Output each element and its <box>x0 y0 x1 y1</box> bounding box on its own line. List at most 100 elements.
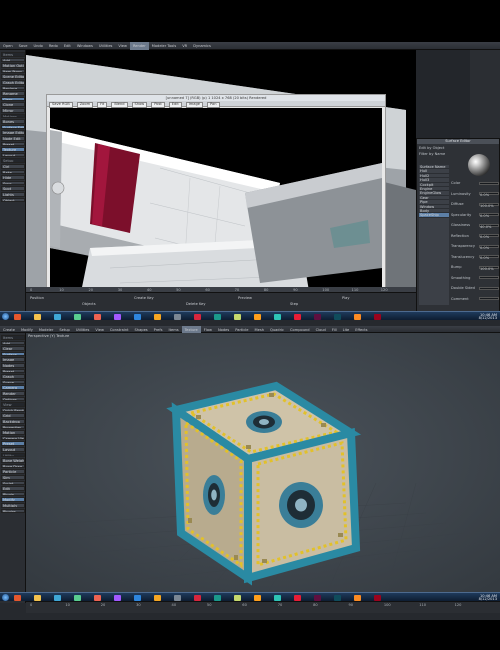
menu-item-mesh[interactable]: Mesh <box>252 326 267 333</box>
toolbar-button-lights[interactable]: Lights <box>1 192 25 197</box>
menu-item-view[interactable]: View <box>92 326 107 333</box>
toolbar-button-edit[interactable]: Edit <box>1 486 25 491</box>
surface-prop-value[interactable] <box>479 276 499 280</box>
taskbar-app-icon[interactable] <box>314 313 321 320</box>
render-tool-post[interactable]: Post <box>151 102 165 108</box>
menu-item-items[interactable]: Items <box>166 326 182 333</box>
menu-item-effects[interactable]: Effects <box>352 326 370 333</box>
toolbar-button-preset[interactable]: Preset <box>1 368 25 374</box>
menu-item-modeler[interactable]: Modeler <box>36 326 56 333</box>
taskbar-app-icon[interactable] <box>194 313 201 320</box>
menu-item-quadric[interactable]: Quadric <box>267 326 287 333</box>
menu-item-particle[interactable]: Particle <box>232 326 251 333</box>
filter-row[interactable]: Filter by Name <box>419 152 445 156</box>
toolbar-button-options[interactable]: Options <box>1 396 25 402</box>
toolbar-button-quick-render[interactable]: Quick Render <box>1 407 25 413</box>
menu-item-nodes[interactable]: Nodes <box>215 326 232 333</box>
surface-prop-value[interactable] <box>479 181 499 185</box>
taskbar-app-icon[interactable] <box>134 313 141 320</box>
taskbar-app-icon[interactable] <box>234 594 241 601</box>
menu-item-windows[interactable]: Windows <box>74 42 96 50</box>
menu-item-view[interactable]: View <box>115 42 130 50</box>
toolbar-button-script[interactable]: Script <box>1 480 25 486</box>
menu-item-lite[interactable]: Lite <box>340 326 353 333</box>
render-tool-image[interactable]: Image <box>185 102 204 108</box>
menu-item-modeler-tools[interactable]: Modeler Tools <box>149 42 179 50</box>
menu-item-save[interactable]: Save <box>16 42 31 50</box>
toolbar-button-mirror[interactable]: Mirror <box>1 108 25 113</box>
menu-item-utilities[interactable]: Utilities <box>73 326 93 333</box>
toolbar-button-nodes[interactable]: Nodes <box>1 363 25 368</box>
taskbar-clock-2[interactable]: 10:46 AM 8/12/2013 <box>479 594 497 601</box>
toolbar-button-multiply[interactable]: Multiply <box>1 503 25 508</box>
toolbar-button-modify[interactable]: Modify <box>1 497 25 502</box>
taskbar-app-icon[interactable] <box>74 594 81 601</box>
toolbar-button-texture[interactable]: Texture <box>1 147 25 152</box>
menu-item-shapes[interactable]: Shapes <box>132 326 151 333</box>
taskbar-app-icon[interactable] <box>334 313 341 320</box>
taskbar-app-icon[interactable] <box>174 313 181 320</box>
toolbar-button-layout[interactable]: Layout <box>1 152 25 158</box>
menu-item-undo[interactable]: Undo <box>30 42 45 50</box>
toolbar-button-sync[interactable]: Sync <box>1 180 25 186</box>
taskbar-app-icon[interactable] <box>254 594 261 601</box>
taskbar-app-icon[interactable] <box>114 313 121 320</box>
menu-item-cloud[interactable]: Cloud <box>313 326 329 333</box>
taskbar-app-icon[interactable] <box>274 313 281 320</box>
menu-item-dynamics[interactable]: Dynamics <box>190 42 214 50</box>
render-tool-zoom[interactable]: Zoom <box>76 102 94 108</box>
surface-prop-value[interactable]: 100.0% <box>479 202 499 208</box>
render-tool-fit[interactable]: Fit <box>97 102 108 108</box>
toolbar-button-rename[interactable]: Rename <box>1 91 25 96</box>
menu-item-vr[interactable]: VR <box>179 42 190 50</box>
taskbar-app-icon[interactable] <box>274 594 281 601</box>
bottom-timeline[interactable]: 0 10 20 30 40 50 60 70 80 90 100 110 120 <box>26 601 500 613</box>
top-timeline[interactable]: 0 10 20 30 40 50 60 70 80 90 100 110 120 Position Obj… <box>26 287 416 311</box>
toolbar-button-ctrl[interactable]: Ctrl <box>1 164 25 169</box>
menu-item-edit[interactable]: Edit <box>61 42 74 50</box>
render-tool-blend[interactable]: Blend <box>111 102 128 108</box>
taskbar-app-icon[interactable] <box>54 594 61 601</box>
toolbar-button-surface-editor[interactable]: Surface Editor <box>1 124 25 130</box>
render-display-window[interactable]: [unnamed 7] (RGB) (p) 1 1024 x 768 (20 b… <box>46 94 386 300</box>
timeline-control-create-key[interactable]: Create Key <box>134 296 154 300</box>
surface-list[interactable]: Surface Name Hull Hull2 Hull3 Cockpit Engine E… <box>419 165 449 305</box>
taskbar-app-icon[interactable] <box>374 594 381 601</box>
viewport-label[interactable]: Perspective (Y) Texture <box>28 334 69 338</box>
toolbar-button-particle[interactable]: Particle <box>1 469 25 474</box>
timeline-control-position[interactable]: Position <box>30 296 44 300</box>
taskbar-app-icon[interactable] <box>234 313 241 320</box>
toolbar-button-surface[interactable]: Surface <box>1 351 25 357</box>
taskbar-app-icon[interactable] <box>94 313 101 320</box>
menu-item-utilities[interactable]: Utilities <box>96 42 116 50</box>
toolbar-button-backdrop[interactable]: Backdrop <box>1 419 25 424</box>
menu-item-open[interactable]: Open <box>0 42 16 50</box>
timeline-control-play[interactable]: Play <box>342 296 350 300</box>
surface-prop-value[interactable]: 0.0% <box>479 244 499 250</box>
taskbar-app-icon[interactable] <box>194 594 201 601</box>
menu-item-flow[interactable]: Flow <box>201 326 215 333</box>
toolbar-button-image[interactable]: Image <box>1 357 25 362</box>
surface-prop-value[interactable]: 100.0% <box>479 265 499 271</box>
toolbar-button-plugin[interactable]: Plugin <box>1 491 25 497</box>
taskbar-app-icon[interactable] <box>354 313 361 320</box>
render-tool-edit[interactable]: Edit <box>168 102 182 108</box>
toolbar-button-bake[interactable]: Bake <box>1 169 25 175</box>
taskbar-app-icon[interactable] <box>214 313 221 320</box>
taskbar-app-icon[interactable] <box>314 594 321 601</box>
toolbar-button-properties[interactable]: Properties <box>1 424 25 430</box>
taskbar-app-icon[interactable] <box>94 594 101 601</box>
toolbar-button-bone-weight[interactable]: Bone Weight <box>1 458 25 463</box>
toolbar-button-scene-editor[interactable]: Scene Editor <box>1 74 25 79</box>
surface-prop-value[interactable]: 0.0% <box>479 234 499 239</box>
toolbar-button-hide[interactable]: Hide <box>1 175 25 180</box>
render-tool-save-rgb[interactable]: Save RGB <box>49 102 73 108</box>
toolbar-button-scene[interactable]: Scene <box>1 379 25 385</box>
timeline-control-objects[interactable]: Objects <box>82 302 96 306</box>
surface-prop-value[interactable]: 0.0% <box>479 255 499 260</box>
taskbar-app-icon[interactable] <box>54 313 61 320</box>
start-button[interactable] <box>2 313 9 320</box>
taskbar-app-icon[interactable] <box>294 313 301 320</box>
toolbar-button-item-props[interactable]: Item Props <box>1 68 25 74</box>
menu-item-render[interactable]: Render <box>129 42 149 50</box>
